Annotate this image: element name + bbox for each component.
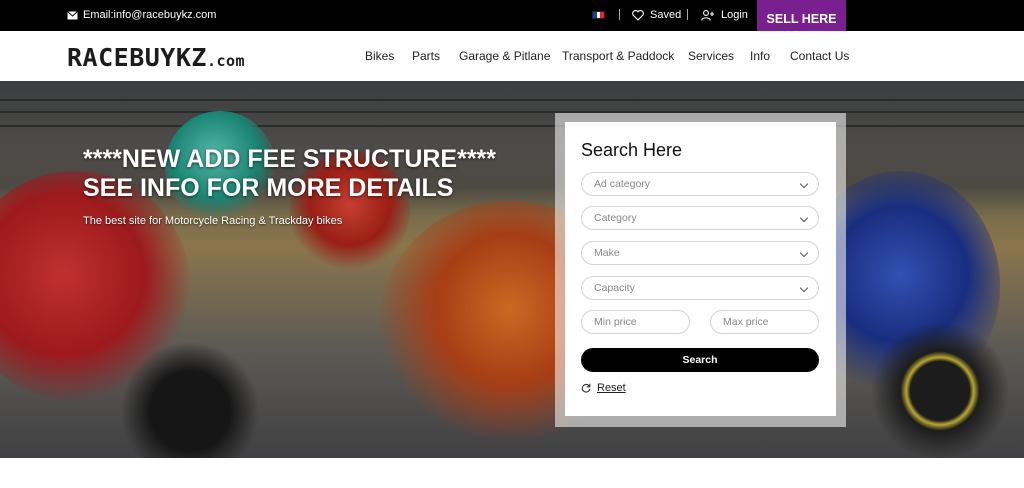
headline-line-2: SEE INFO FOR MORE DETAILS bbox=[83, 174, 454, 202]
envelope-icon bbox=[67, 10, 78, 19]
nav-garage-pitlane[interactable]: Garage & Pitlane bbox=[459, 49, 550, 63]
min-price-placeholder: Min price bbox=[594, 316, 637, 328]
capacity-placeholder: Capacity bbox=[594, 282, 635, 294]
chevron-down-icon bbox=[799, 283, 809, 293]
language-flag-icon[interactable] bbox=[592, 11, 605, 19]
login-label: Login bbox=[721, 9, 748, 21]
nav-bikes[interactable]: Bikes bbox=[365, 49, 394, 63]
category-select[interactable]: Category bbox=[581, 206, 819, 230]
refresh-icon bbox=[581, 383, 591, 393]
site-logo[interactable]: RACEBUYKZ.com bbox=[67, 43, 245, 72]
chevron-down-icon bbox=[799, 179, 809, 189]
email-contact[interactable]: Email:info@racebuykz.com bbox=[67, 9, 216, 21]
heart-icon bbox=[632, 9, 644, 21]
hero-tagline: The best site for Motorcycle Racing & Tr… bbox=[83, 215, 343, 227]
divider bbox=[687, 9, 688, 20]
email-text: Email:info@racebuykz.com bbox=[83, 9, 217, 21]
headline-line-1: ****NEW ADD FEE STRUCTURE**** bbox=[83, 145, 497, 173]
make-select[interactable]: Make bbox=[581, 241, 819, 265]
search-panel-title: Search Here bbox=[581, 140, 683, 160]
saved-link[interactable]: Saved bbox=[632, 9, 681, 21]
top-bar: Email:info@racebuykz.com Saved Login SEL… bbox=[0, 0, 1024, 38]
max-price-input[interactable]: Max price bbox=[710, 310, 819, 334]
hero-banner bbox=[0, 81, 1024, 458]
reset-link[interactable]: Reset bbox=[581, 382, 626, 394]
login-link[interactable]: Login bbox=[701, 9, 748, 21]
ad-category-placeholder: Ad category bbox=[594, 178, 651, 190]
search-button[interactable]: Search bbox=[581, 348, 819, 372]
category-placeholder: Category bbox=[594, 212, 637, 224]
nav-transport-paddock[interactable]: Transport & Paddock bbox=[562, 49, 674, 63]
divider bbox=[619, 9, 620, 20]
saved-label: Saved bbox=[650, 9, 682, 21]
max-price-placeholder: Max price bbox=[723, 316, 769, 328]
chevron-down-icon bbox=[799, 213, 809, 223]
ad-category-select[interactable]: Ad category bbox=[581, 172, 819, 196]
capacity-select[interactable]: Capacity bbox=[581, 276, 819, 300]
nav-contact-us[interactable]: Contact Us bbox=[790, 49, 849, 63]
logo-text: RACEBUYKZ bbox=[67, 43, 207, 72]
main-header: RACEBUYKZ.com Bikes Parts Garage & Pitla… bbox=[0, 31, 1024, 81]
reset-label: Reset bbox=[597, 382, 626, 394]
hero-overlay bbox=[0, 81, 1024, 458]
nav-parts[interactable]: Parts bbox=[412, 49, 440, 63]
min-price-input[interactable]: Min price bbox=[581, 310, 690, 334]
logo-suffix: .com bbox=[206, 52, 246, 70]
hero-headline: ****NEW ADD FEE STRUCTURE**** SEE INFO F… bbox=[83, 145, 496, 203]
chevron-down-icon bbox=[799, 248, 809, 258]
nav-services[interactable]: Services bbox=[688, 49, 734, 63]
search-panel: Search Here Ad category Category Make Ca… bbox=[565, 122, 836, 416]
nav-info[interactable]: Info bbox=[750, 49, 770, 63]
user-add-icon bbox=[701, 9, 714, 21]
make-placeholder: Make bbox=[594, 247, 620, 259]
